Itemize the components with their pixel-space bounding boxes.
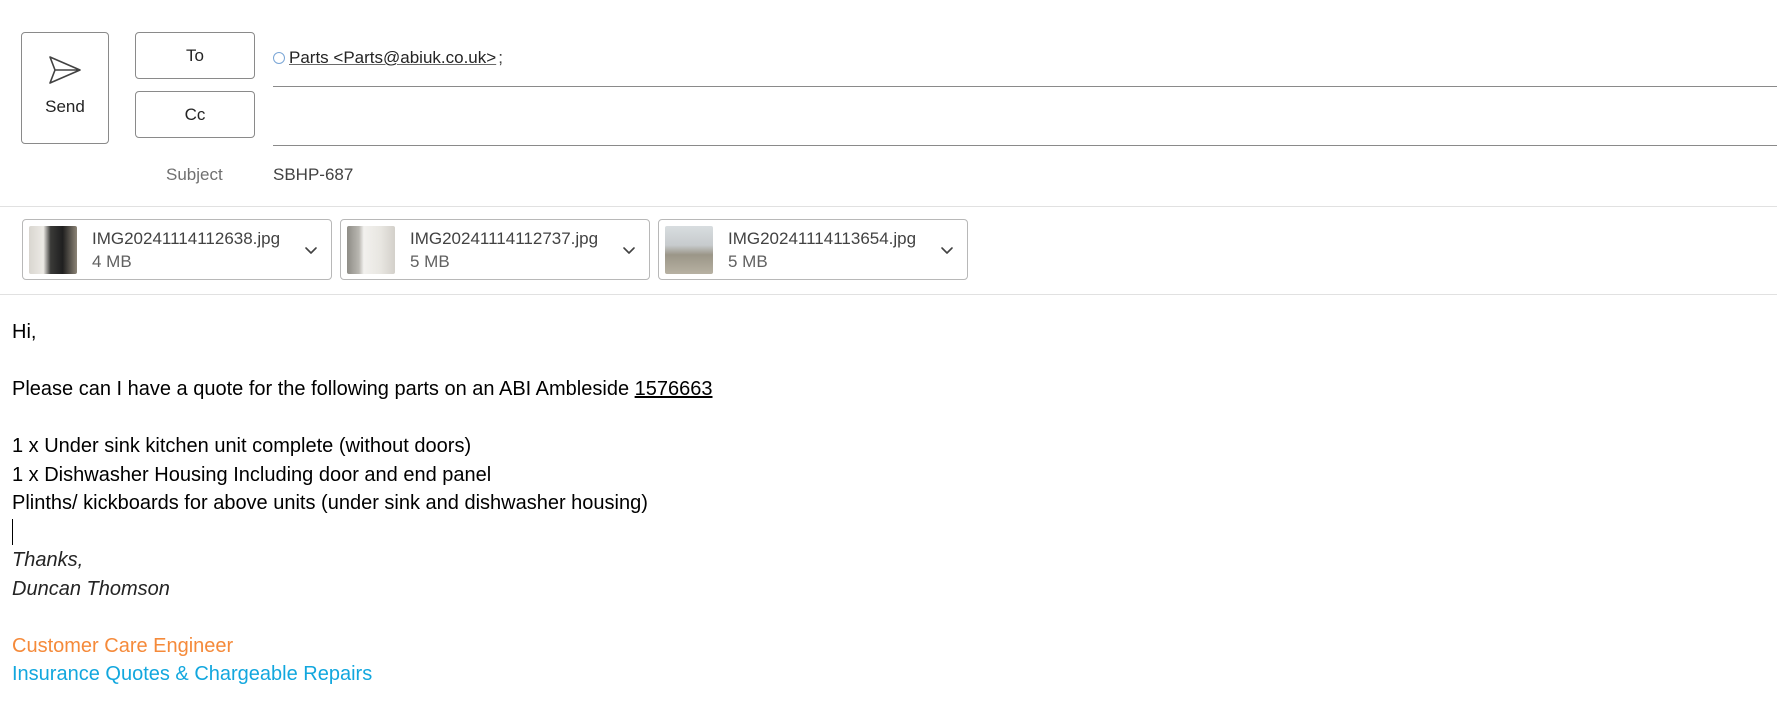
attachment-thumbnail — [665, 225, 713, 274]
body-blank-line — [12, 404, 713, 433]
reference-link[interactable]: 1576663 — [635, 378, 713, 400]
sender-name: Duncan Thomson — [12, 577, 170, 600]
to-field-underline — [273, 86, 1777, 87]
attachment-name: IMG20241114113654.jpg — [728, 228, 917, 248]
attachment-thumbnail — [29, 225, 77, 274]
chevron-down-icon[interactable] — [303, 242, 319, 258]
sender-department: Insurance Quotes & Chargeable Repairs — [12, 663, 373, 685]
message-body[interactable]: Hi, Please can I have a quote for the fo… — [12, 318, 713, 689]
attachment-card[interactable]: IMG20241114113654.jpg 5 MB — [658, 219, 968, 280]
subject-label: Subject — [166, 165, 223, 184]
recipient-chip[interactable]: Parts <Parts@abiuk.co.uk> — [289, 48, 496, 68]
attachment-thumbnail — [347, 225, 395, 274]
attachment-name: IMG20241114112737.jpg — [410, 228, 599, 248]
subject-input[interactable]: SBHP-687 — [273, 165, 353, 185]
body-blank-line — [12, 347, 713, 376]
body-signoff: Thanks, — [12, 549, 84, 571]
attachment-size: 5 MB — [410, 251, 450, 271]
attachment-size: 5 MB — [728, 251, 768, 271]
cc-button[interactable]: Cc — [135, 91, 255, 138]
attachment-size: 4 MB — [92, 251, 132, 271]
body-blank-line — [12, 603, 713, 632]
to-button[interactable]: To — [135, 32, 255, 79]
body-item: 1 x Under sink kitchen unit complete (wi… — [12, 435, 472, 457]
attachment-card[interactable]: IMG20241114112737.jpg 5 MB — [340, 219, 650, 280]
body-request-text: Please can I have a quote for the follow… — [12, 378, 635, 400]
attachments-divider — [0, 294, 1777, 295]
attachment-card[interactable]: IMG20241114112638.jpg 4 MB — [22, 219, 332, 280]
text-cursor — [12, 519, 13, 546]
cc-field[interactable] — [273, 103, 1753, 133]
body-request-line: Please can I have a quote for the follow… — [12, 375, 713, 404]
attachment-list: IMG20241114112638.jpg 4 MB IMG2024111411… — [22, 219, 968, 280]
body-greeting: Hi, — [12, 321, 37, 343]
send-button[interactable]: Send — [21, 32, 109, 144]
recipient-separator: ; — [498, 48, 503, 67]
body-cursor-line — [12, 518, 713, 547]
sender-title: Customer Care Engineer — [12, 634, 234, 657]
body-item: 1 x Dishwasher Housing Including door an… — [12, 463, 492, 486]
body-item: Plinths/ kickboards for above units (und… — [12, 492, 648, 514]
send-label: Send — [45, 97, 85, 116]
attachment-name: IMG20241114112638.jpg — [92, 228, 281, 248]
chevron-down-icon[interactable] — [939, 242, 955, 258]
to-field[interactable]: Parts <Parts@abiuk.co.uk> ; — [273, 46, 503, 70]
email-compose-window: Send To Cc Parts <Parts@abiuk.co.uk> ; S… — [0, 0, 1777, 719]
cc-field-underline — [273, 145, 1777, 146]
chevron-down-icon[interactable] — [621, 242, 637, 258]
header-divider — [0, 206, 1777, 207]
presence-status-icon — [273, 52, 285, 64]
send-icon — [49, 56, 81, 84]
